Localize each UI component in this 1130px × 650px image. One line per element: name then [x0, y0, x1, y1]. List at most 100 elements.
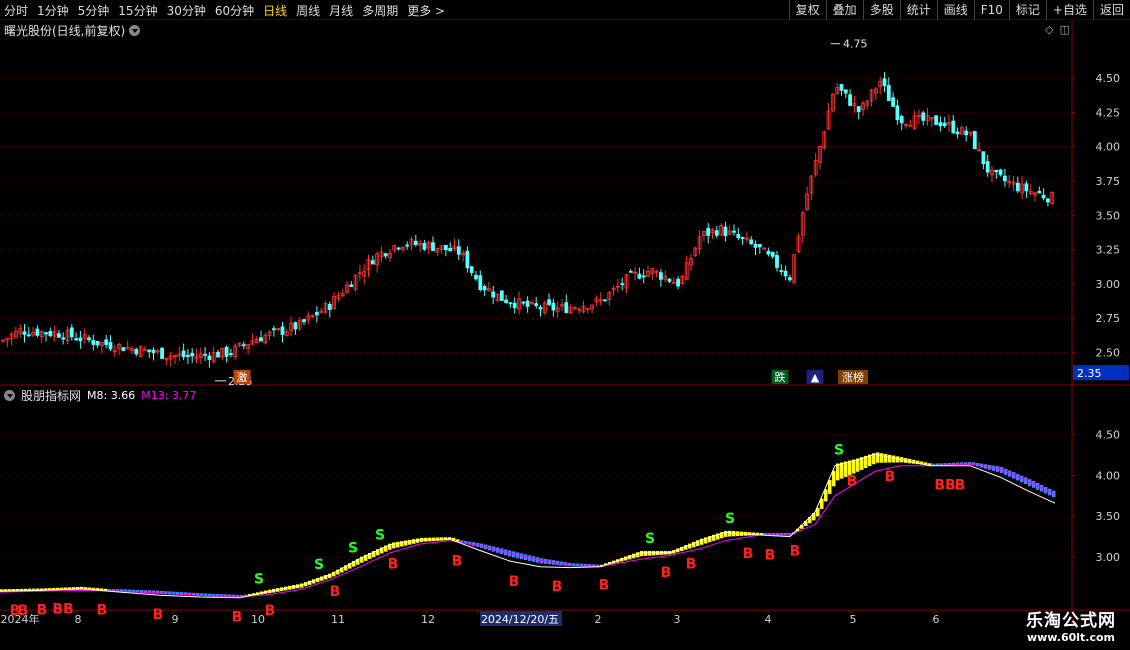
stock-title: 曙光股份(日线,前复权)	[4, 24, 126, 38]
candle-body	[706, 227, 711, 236]
period-tab[interactable]: 分时	[4, 2, 28, 19]
period-tab[interactable]: 5分钟	[78, 2, 110, 19]
period-tab[interactable]: 月线	[329, 2, 353, 19]
x-tick-label: 5	[850, 613, 857, 626]
window-icon[interactable]: ◫	[1060, 23, 1070, 36]
toolbar-button[interactable]: 多股	[862, 0, 900, 20]
toolbar-button[interactable]: 返回	[1092, 0, 1130, 20]
period-tab[interactable]: 多周期	[362, 2, 398, 19]
toolbar-button[interactable]: 统计	[899, 0, 937, 20]
candle-body	[981, 151, 986, 165]
candle-body	[938, 122, 943, 127]
y-tick-label: 2.75	[1096, 312, 1121, 325]
candle-body	[779, 270, 784, 272]
ribbon-block	[880, 453, 884, 463]
buy-signal: B	[955, 478, 966, 494]
x-tick-label: 2024/12/20/五	[481, 613, 559, 626]
y-tick-label: 3.00	[1096, 551, 1121, 564]
candle-body	[899, 116, 904, 124]
diamond-icon[interactable]: ◇	[1045, 23, 1053, 36]
candle-body	[207, 355, 212, 360]
ribbon-block	[836, 463, 840, 481]
sell-signal: S	[254, 572, 264, 588]
sell-signal: S	[834, 443, 844, 459]
y-tick-label: 4.00	[1096, 469, 1121, 482]
candle-body	[504, 299, 509, 304]
event-marker-label: ▲	[811, 371, 820, 384]
candles	[1, 72, 1055, 368]
chevron-down-icon[interactable]	[4, 390, 15, 401]
candle-body	[228, 353, 233, 355]
candle-body	[190, 352, 195, 357]
candle-body	[723, 226, 728, 237]
candle-body	[856, 106, 861, 113]
x-tick-label: 10	[251, 613, 265, 626]
buy-signal: BB	[934, 478, 955, 494]
indicator-title-bar: 股朋指标网 M8: 3.66 M13: 3.77	[4, 387, 196, 404]
toolbar-button[interactable]: 画线	[936, 0, 974, 20]
candle-body	[839, 84, 844, 91]
candle-body	[886, 85, 891, 102]
candle-body	[370, 260, 375, 265]
candle-body	[1003, 175, 1007, 182]
candle-body	[280, 326, 285, 335]
y-tick-label: 4.00	[1096, 141, 1121, 154]
buy-signal: B	[686, 556, 697, 572]
candle-body	[91, 340, 96, 345]
candle-body	[848, 94, 852, 106]
sell-signal: S	[348, 540, 358, 556]
candle-body	[525, 300, 530, 307]
toolbar-buttons: 复权 叠加 多股 统计 画线 F10 标记 +自选 返回	[788, 0, 1130, 20]
period-tab[interactable]: 60分钟	[215, 2, 254, 19]
ribbon-block	[640, 550, 644, 557]
ribbon-block	[728, 530, 732, 537]
candle-body	[185, 354, 190, 357]
corner-icons: ◇ ◫	[1045, 23, 1070, 36]
sell-signal: S	[725, 511, 735, 527]
period-tab[interactable]: 30分钟	[167, 2, 206, 19]
candle-body	[753, 243, 758, 248]
candle-body	[396, 247, 401, 250]
chart-area[interactable]: 2.50 2.75 3.00 3.25 3.50 3.75 4.00 4.25 4.50 3.00…	[0, 20, 1130, 650]
candle-body	[951, 120, 956, 133]
candle-body	[224, 346, 229, 357]
candle-body	[271, 328, 276, 331]
candle-body	[22, 331, 27, 335]
candle-body	[714, 230, 719, 236]
toolbar-button[interactable]: +自选	[1045, 0, 1093, 20]
ribbon-block	[400, 541, 404, 547]
y-tick-label: 3.00	[1096, 278, 1121, 291]
buy-signal: B	[743, 546, 754, 562]
toolbar-button[interactable]: 复权	[788, 0, 826, 20]
period-tab[interactable]: 1分钟	[37, 2, 69, 19]
candle-body	[895, 105, 900, 121]
candle-body	[469, 266, 474, 273]
toolbar-button[interactable]: 标记	[1008, 0, 1046, 20]
candle-body	[327, 303, 332, 310]
x-tick-label: 2024年	[1, 612, 40, 626]
chevron-down-icon[interactable]	[129, 25, 141, 36]
event-marker-label: 跌	[775, 370, 786, 384]
candle-body	[314, 311, 319, 316]
candle-body	[891, 97, 895, 107]
candle-body	[104, 339, 109, 345]
period-tab[interactable]: 15分钟	[118, 2, 157, 19]
period-tab[interactable]: 日线	[263, 2, 287, 19]
high-label: 4.75	[843, 38, 868, 51]
ribbon	[0, 452, 1056, 598]
period-tab[interactable]: 更多 >	[407, 2, 445, 19]
candle-body	[147, 349, 152, 353]
period-tab[interactable]: 周线	[296, 2, 320, 19]
ribbon-block	[724, 530, 728, 537]
candle-body	[465, 250, 470, 269]
toolbar-button[interactable]: F10	[973, 0, 1009, 20]
candle-body	[732, 230, 736, 233]
buy-signal: B	[552, 579, 563, 595]
candle-body	[998, 169, 1003, 175]
event-marker-label: 涨榜	[842, 370, 864, 384]
candle-body	[955, 131, 960, 135]
buy-signal: B	[330, 584, 341, 600]
ribbon-block	[644, 550, 648, 556]
candle-body	[736, 234, 741, 239]
toolbar-button[interactable]: 叠加	[825, 0, 863, 20]
